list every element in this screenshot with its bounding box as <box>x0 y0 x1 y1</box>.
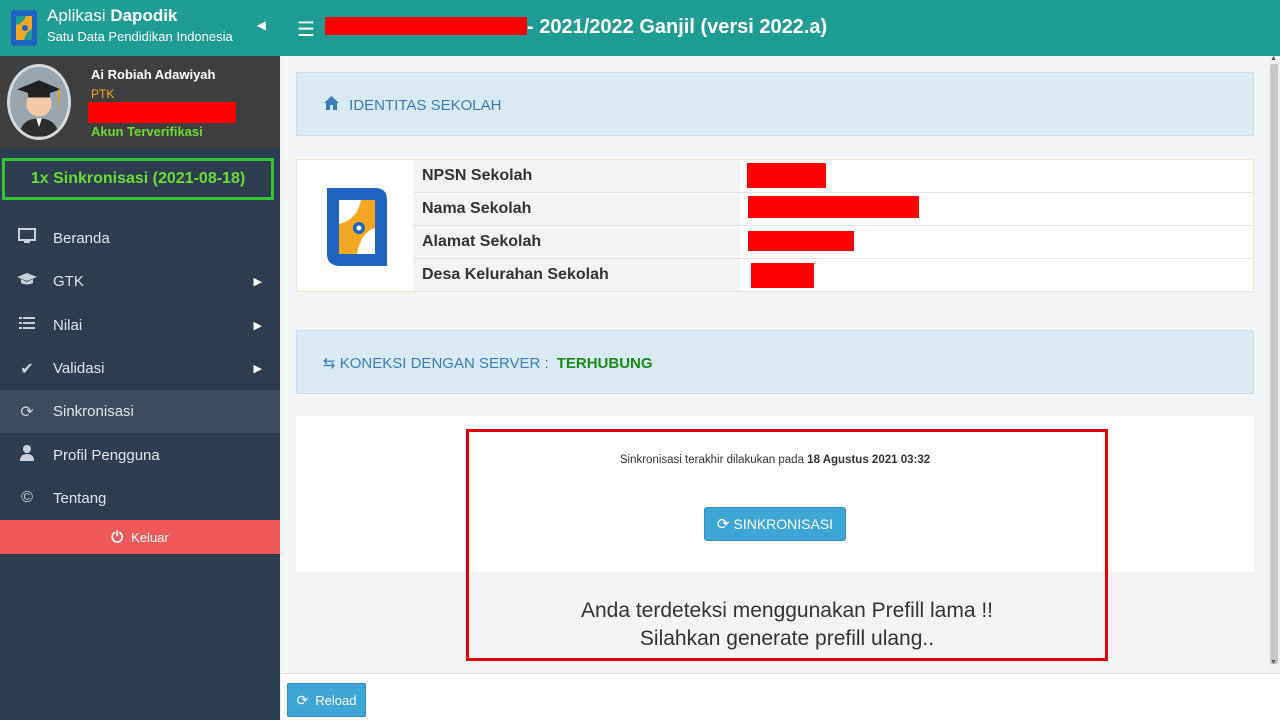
warning-line-2: Silahkan generate prefill ulang.. <box>639 627 935 650</box>
home-icon <box>324 96 343 114</box>
list-icon <box>17 316 37 335</box>
check-icon: ✔ <box>20 360 34 378</box>
table-row: Desa Kelurahan Sekolah <box>413 259 1254 292</box>
redacted-block <box>325 17 527 35</box>
monitor-icon <box>17 228 37 249</box>
caret-right-icon: ▶ <box>253 276 262 289</box>
sidebar-item-tentang[interactable]: © Tentang <box>0 477 280 520</box>
sidebar-item-label: Sinkronisasi <box>53 403 134 421</box>
sidebar-item-profil-pengguna[interactable]: Profil Pengguna <box>0 433 280 476</box>
sidebar-item-label: Beranda <box>53 230 110 248</box>
hamburger-menu-icon[interactable]: ☰ <box>297 17 315 42</box>
scroll-up-icon[interactable]: ▲ <box>1270 55 1277 62</box>
sidebar-item-validasi[interactable]: ✔ Validasi ▶ <box>0 347 280 390</box>
sidebar-item-gtk[interactable]: GTK ▶ <box>0 260 280 303</box>
redacted-block <box>751 263 814 288</box>
brand-text: Aplikasi Dapodik Satu Data Pendidikan In… <box>47 6 233 44</box>
footer: ⟳ Reload <box>281 673 1280 720</box>
prefill-warning-text: Anda terdeteksi menggunakan Prefill lama… <box>469 597 1105 653</box>
user-panel: Ai Robiah Adawiyah PTK Akun Terverifikas… <box>0 56 280 148</box>
redacted-block <box>747 163 826 188</box>
reload-button[interactable]: ⟳ Reload <box>287 683 366 717</box>
app-name-light: Aplikasi <box>47 6 106 25</box>
refresh-icon: ⟳ <box>296 691 309 708</box>
reload-label: Reload <box>315 692 357 708</box>
scroll-down-icon[interactable]: ▼ <box>1270 659 1277 666</box>
redacted-block <box>748 231 854 251</box>
sidebar-item-label: Validasi <box>53 360 105 378</box>
refresh-icon: ⟳ <box>20 403 34 421</box>
sidebar-item-sinkronisasi[interactable]: ⟳ Sinkronisasi <box>0 390 280 434</box>
connection-panel: ⇆ KONEKSI DENGAN SERVER : TERHUBUNG <box>296 330 1254 394</box>
table-row: Alamat Sekolah <box>413 226 1254 259</box>
scroll-thumb[interactable] <box>1270 64 1278 664</box>
caret-left-icon[interactable]: ◀ <box>257 18 266 32</box>
row-label-nama: Nama Sekolah <box>413 193 740 225</box>
user-icon <box>17 444 37 466</box>
row-label-desa: Desa Kelurahan Sekolah <box>413 259 740 291</box>
sidebar-item-label: GTK <box>53 273 84 291</box>
app-name: Aplikasi Dapodik <box>47 6 233 26</box>
exchange-icon: ⇆ <box>323 355 336 372</box>
main-content: IDENTITAS SEKOLAH NPSN Sekolah Nama Seko… <box>281 56 1268 673</box>
identity-header-panel: IDENTITAS SEKOLAH <box>296 72 1254 136</box>
app-name-bold: Dapodik <box>110 6 178 25</box>
table-row: Nama Sekolah <box>413 193 1254 226</box>
app-tagline: Satu Data Pendidikan Indonesia <box>47 29 233 44</box>
sidebar-item-nilai[interactable]: Nilai ▶ <box>0 304 280 347</box>
brand-header: Aplikasi Dapodik Satu Data Pendidikan In… <box>0 0 280 56</box>
sidebar-item-label: Nilai <box>53 316 83 334</box>
dapodik-logo-icon <box>11 10 37 46</box>
row-label-alamat: Alamat Sekolah <box>413 226 740 258</box>
logout-label: Keluar <box>131 529 169 545</box>
power-icon: ⏻ <box>111 528 124 546</box>
redacted-block <box>88 102 236 123</box>
dapodik-logo-icon <box>327 188 387 266</box>
connection-title: ⇆ KONEKSI DENGAN SERVER : TERHUBUNG <box>323 354 653 372</box>
sidebar: Aplikasi Dapodik Satu Data Pendidikan In… <box>0 0 280 720</box>
identity-title-text: IDENTITAS SEKOLAH <box>349 97 502 114</box>
account-status: Akun Terverifikasi <box>91 124 203 139</box>
scrollbar[interactable]: ▲ ▼ <box>1268 55 1280 673</box>
graduation-cap-icon <box>17 272 37 291</box>
page-title: - 2021/2022 Ganjil (versi 2022.a) <box>527 16 828 38</box>
sidebar-item-beranda[interactable]: Beranda <box>0 217 280 260</box>
caret-right-icon: ▶ <box>253 319 262 332</box>
logout-button[interactable]: ⏻ Keluar <box>0 520 280 554</box>
sidebar-menu: Beranda GTK ▶ Nilai ▶ ✔ Validasi ▶ ⟳ Sin… <box>0 217 280 520</box>
user-role: PTK <box>91 87 115 101</box>
avatar <box>7 64 71 140</box>
copyright-icon: © <box>21 489 33 507</box>
sync-count-badge[interactable]: 1x Sinkronisasi (2021-08-18) <box>2 158 274 200</box>
sidebar-item-label: Profil Pengguna <box>53 446 160 464</box>
school-identity-table: NPSN Sekolah Nama Sekolah Alamat Sekolah… <box>296 159 1254 292</box>
row-label-npsn: NPSN Sekolah <box>413 160 740 192</box>
warning-line-1: Anda terdeteksi menggunakan Prefill lama… <box>580 599 994 622</box>
redacted-block <box>748 196 919 218</box>
identity-title: IDENTITAS SEKOLAH <box>324 96 501 114</box>
prefill-warning-box: Anda terdeteksi menggunakan Prefill lama… <box>466 429 1108 661</box>
topbar: ☰ - 2021/2022 Ganjil (versi 2022.a) <box>280 0 1280 56</box>
connection-label: KONEKSI DENGAN SERVER : <box>339 355 549 372</box>
caret-right-icon: ▶ <box>253 363 262 376</box>
user-name: Ai Robiah Adawiyah <box>91 67 216 82</box>
sidebar-item-label: Tentang <box>53 489 107 507</box>
connection-status: TERHUBUNG <box>556 355 653 372</box>
table-row: NPSN Sekolah <box>413 160 1254 193</box>
